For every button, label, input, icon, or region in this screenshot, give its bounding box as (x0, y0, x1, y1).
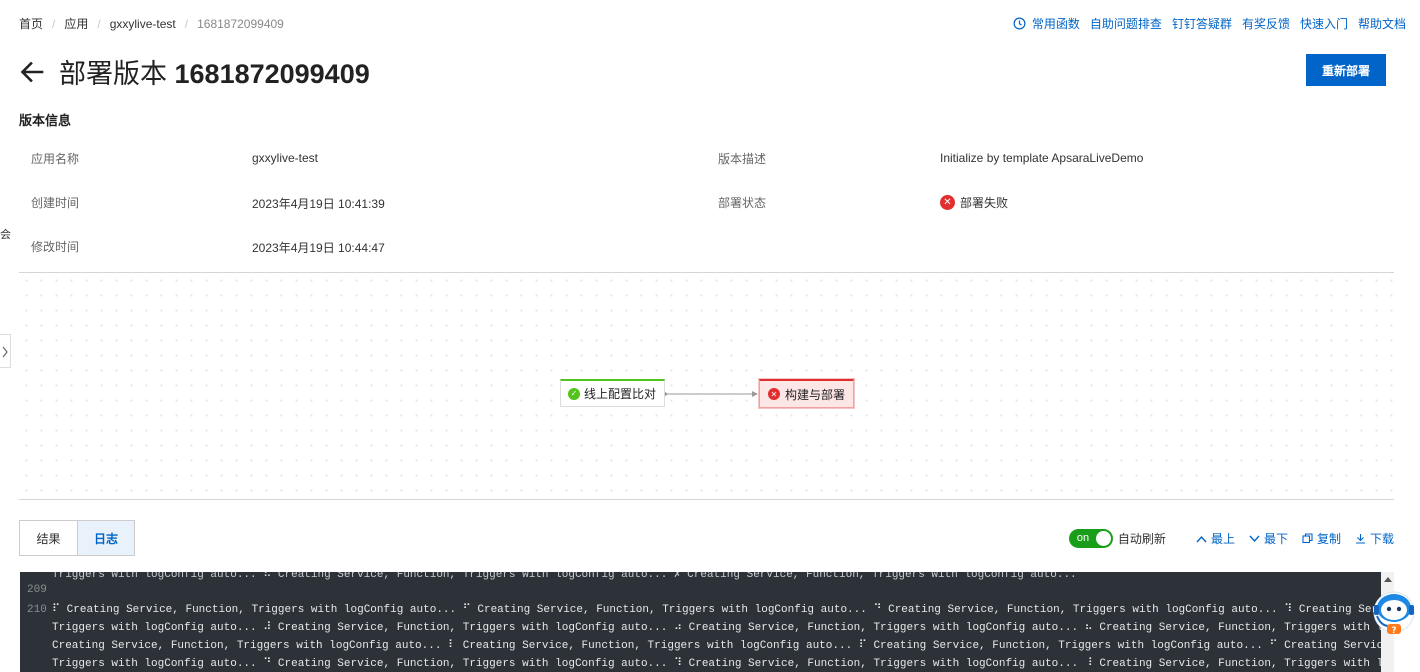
assistant-robot-icon[interactable]: ? (1367, 588, 1419, 648)
chevron-right-icon (2, 346, 8, 358)
pipeline-connector (663, 391, 758, 397)
log-line: Creating Service, Function, Triggers wit… (20, 638, 1393, 652)
pipeline-step-config-compare[interactable]: ✓ 线上配置比对 (560, 379, 665, 407)
download-icon (1355, 534, 1365, 544)
link-help-docs[interactable]: 帮助文档 (1358, 15, 1406, 32)
link-feedback[interactable]: 有奖反馈 (1242, 15, 1290, 32)
link-common-functions[interactable]: 常用函数 (1013, 15, 1080, 32)
breadcrumb-apps[interactable]: 应用 (64, 15, 88, 32)
pipeline-step-label: 构建与部署 (785, 387, 846, 402)
log-line-number: 210 (27, 604, 47, 616)
error-circle-icon: ✕ (940, 195, 955, 210)
scroll-top-button[interactable]: 最上 (1196, 530, 1235, 547)
value-deploy-status: 部署失败 (960, 196, 1009, 210)
svg-text:?: ? (1391, 626, 1396, 636)
chevron-down-icon (1249, 535, 1260, 542)
breadcrumb-app[interactable]: gxxylive-test (110, 17, 176, 31)
label-app-name: 应用名称 (31, 152, 80, 166)
pipeline-canvas[interactable] (19, 273, 1394, 499)
page-header: 部署版本 1681872099409 (19, 52, 370, 91)
tab-log[interactable]: 日志 (77, 521, 134, 555)
log-text: ⠏ Creating Service, Function, Triggers w… (52, 604, 1393, 616)
log-toolbar: on 自动刷新 最上 最下 复制 下载 (1068, 529, 1394, 548)
breadcrumb: 首页 / 应用 / gxxylive-test / 1681872099409 (19, 15, 284, 32)
page-title: 部署版本 1681872099409 (59, 52, 370, 91)
log-line: Triggers with logConfig auto... ⠙ Creati… (20, 656, 1393, 670)
scroll-bottom-button[interactable]: 最下 (1249, 530, 1288, 547)
copy-button[interactable]: 复制 (1302, 530, 1341, 547)
pipeline-step-label: 线上配置比对 (584, 387, 657, 401)
breadcrumb-separator: / (52, 16, 56, 31)
breadcrumb-current: 1681872099409 (197, 16, 284, 31)
value-modified-time: 2023年4月19日 10:44:47 (252, 241, 385, 255)
value-version-desc: Initialize by template ApsaraLiveDemo (940, 151, 1144, 165)
log-text: Triggers with logConfig auto... ⠧ Creati… (52, 572, 1077, 581)
scroll-bottom-label: 最下 (1263, 532, 1288, 546)
label-version-desc: 版本描述 (718, 152, 767, 166)
breadcrumb-home[interactable]: 首页 (19, 15, 43, 32)
scroll-up-arrow-icon[interactable] (1384, 577, 1392, 582)
error-circle-icon: ✕ (768, 388, 780, 400)
log-line: 209 (20, 584, 52, 596)
back-arrow-icon[interactable] (19, 59, 45, 85)
page-title-version: 1681872099409 (174, 59, 370, 89)
result-log-tabs: 结果 日志 (19, 520, 135, 556)
log-line: Triggers with logConfig auto... ⠼ Creati… (20, 620, 1393, 634)
link-self-troubleshoot[interactable]: 自助问题排查 (1090, 15, 1162, 32)
pipeline-step-build-deploy[interactable]: ✕ 构建与部署 (759, 379, 854, 408)
toggle-text: on (1076, 532, 1090, 544)
log-output[interactable]: Triggers with logConfig auto... ⠧ Creati… (20, 572, 1393, 672)
breadcrumb-separator: / (184, 16, 189, 31)
status-badge: ✕ 部署失败 (940, 194, 1008, 211)
clock-icon (1013, 17, 1026, 30)
divider (19, 499, 1394, 500)
label-deploy-status: 部署状态 (718, 196, 767, 210)
auto-refresh-label: 自动刷新 (1117, 532, 1166, 546)
log-line: Triggers with logConfig auto... ⠧ Creati… (20, 572, 1077, 581)
auto-refresh-toggle[interactable]: on (1068, 529, 1113, 548)
top-links: 常用函数 自助问题排查 钉钉答疑群 有奖反馈 快速入门 帮助文档 (1013, 15, 1406, 32)
label-modified-time: 修改时间 (31, 240, 80, 254)
download-button[interactable]: 下载 (1355, 530, 1394, 547)
log-text: Triggers with logConfig auto... ⠙ Creati… (52, 658, 1393, 670)
value-created-time: 2023年4月19日 10:41:39 (252, 197, 385, 211)
toggle-knob (1095, 531, 1111, 546)
link-common-functions-label: 常用函数 (1031, 17, 1080, 31)
copy-label: 复制 (1316, 532, 1341, 546)
breadcrumb-separator: / (97, 16, 101, 31)
scroll-top-label: 最上 (1210, 532, 1235, 546)
log-text: Creating Service, Function, Triggers wit… (52, 640, 1393, 652)
redeploy-button[interactable]: 重新部署 (1306, 54, 1386, 86)
label-created-time: 创建时间 (31, 196, 80, 210)
page-title-prefix: 部署版本 (59, 59, 167, 89)
chevron-up-icon (1196, 535, 1207, 542)
log-text: Triggers with logConfig auto... ⠼ Creati… (52, 622, 1393, 634)
value-app-name: gxxylive-test (252, 151, 319, 165)
check-circle-icon: ✓ (568, 387, 580, 400)
side-glyph: 会 (0, 229, 11, 241)
link-dingtalk-group[interactable]: 钉钉答疑群 (1172, 15, 1232, 32)
copy-icon (1302, 533, 1313, 544)
log-line: 210 ⠏ Creating Service, Function, Trigger… (20, 602, 1393, 616)
sidebar-toggle[interactable] (0, 334, 11, 368)
link-quick-start[interactable]: 快速入门 (1300, 15, 1348, 32)
section-title-version-info: 版本信息 (19, 113, 72, 128)
download-label: 下载 (1369, 532, 1394, 546)
log-line-number: 209 (27, 584, 47, 596)
tab-result[interactable]: 结果 (20, 521, 77, 555)
